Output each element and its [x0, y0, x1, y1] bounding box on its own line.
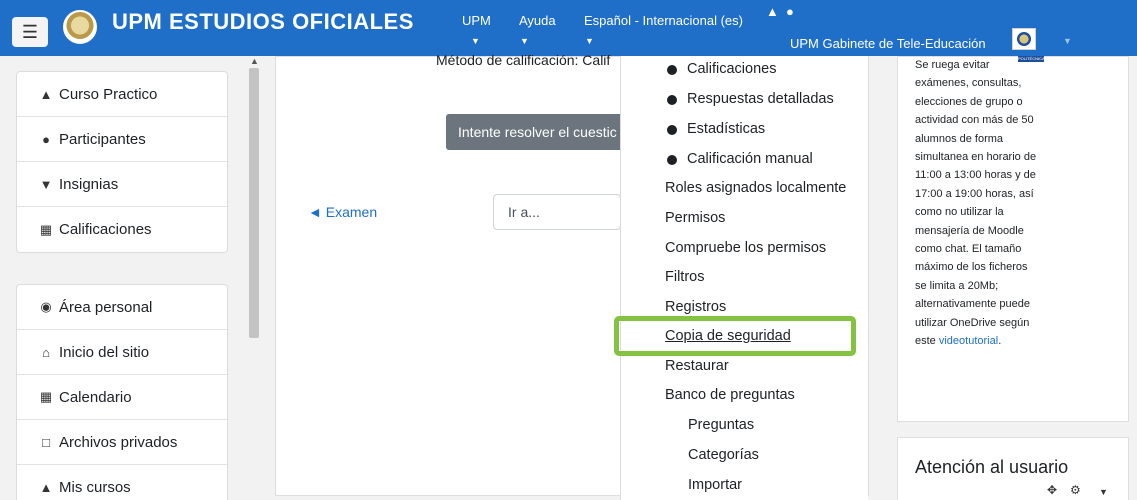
home-icon: ⌂ — [42, 344, 50, 360]
users-icon: ● — [42, 131, 50, 147]
calendar-icon: ▦ — [39, 389, 53, 404]
nav-item-label: Calendario — [59, 388, 132, 406]
notice-prefix: este — [915, 335, 939, 348]
notice-line: como chat. El tamaño — [915, 243, 1022, 256]
notice-line: 17:00 a 19:00 horas, así — [915, 187, 1034, 200]
attempt-quiz-button[interactable]: Intente resolver el cuestic — [446, 114, 622, 150]
menu-item-roles-asignados[interactable]: Roles asignados localmente — [665, 180, 846, 196]
upm-logo[interactable] — [63, 10, 97, 44]
menu-item-preguntas[interactable]: Preguntas — [688, 417, 754, 433]
menu-item-restaurar[interactable]: Restaurar — [665, 358, 729, 374]
upm-caret-icon: ▼ — [471, 36, 480, 46]
nav-item-area-personal[interactable]: ◉ Área personal — [17, 285, 227, 330]
nav-item-label: Archivos privados — [59, 433, 178, 451]
menu-item-respuestas-detalladas[interactable]: Respuestas detalladas — [687, 91, 834, 107]
nav-item-label: Participantes — [59, 130, 146, 148]
language-caret-icon: ▼ — [585, 36, 594, 46]
notice-line: se limita a 20Mb; — [915, 279, 999, 292]
nav-item-curso-practico[interactable]: ▲ Curso Practico — [17, 72, 227, 117]
nav-item-inicio-sitio[interactable]: ⌂ Inicio del sitio — [17, 330, 227, 375]
notice-line: alternativamente puede — [915, 298, 1030, 311]
menu-item-filtros[interactable]: Filtros — [665, 269, 704, 285]
nav-item-calendario[interactable]: ▦ Calendario — [17, 375, 227, 420]
bell-icon[interactable]: ▲ — [766, 4, 779, 19]
user-menu-caret-icon[interactable]: ▼ — [1063, 36, 1072, 46]
menu-item-calificacion-manual[interactable]: Calificación manual — [687, 151, 813, 167]
nav-item-label: Calificaciones — [59, 221, 152, 238]
shield-icon: ▼ — [39, 176, 53, 192]
previous-activity-link[interactable]: ◄ Examen — [308, 204, 377, 220]
notice-suffix: . — [998, 335, 1002, 348]
menu-icon: ☰ — [21, 21, 39, 42]
notice-line: 11:00 a 13:00 horas y de — [915, 169, 1036, 182]
nav-item-label: Área personal — [59, 298, 153, 316]
scroll-thumb[interactable] — [249, 68, 259, 338]
graduation-cap-icon: ▲ — [39, 86, 53, 102]
nav-item-label: Curso Practico — [59, 85, 158, 103]
graduation-cap-icon: ▲ — [39, 480, 53, 495]
videotutorial-link[interactable]: videotutorial — [939, 335, 998, 347]
bullet-icon — [667, 125, 677, 135]
notice-line: mensajería de Moodle — [915, 224, 1024, 237]
menu-item-compruebe-permisos[interactable]: Compruebe los permisos — [665, 240, 826, 256]
notice-line: Se ruega evitar — [915, 59, 990, 71]
menu-item-registros[interactable]: Registros — [665, 299, 726, 315]
user-name[interactable]: UPM Gabinete de Tele-Educación — [790, 36, 986, 51]
scroll-up-icon[interactable]: ▲ — [250, 56, 259, 66]
menu-item-importar[interactable]: Importar — [688, 477, 742, 493]
drawer-scrollbar[interactable]: ▲ — [247, 56, 261, 500]
table-icon: ▦ — [39, 221, 53, 237]
menu-toggle-button[interactable]: ☰ — [12, 17, 48, 47]
admin-dropdown-menu: Calificaciones Respuestas detalladas Est… — [620, 56, 868, 500]
top-navbar: ☰ UPM ESTUDIOS OFICIALES UPM ▼ Ayuda ▼ E… — [0, 0, 1137, 56]
notice-text: Se ruega evitar exámenes, consultas, ele… — [915, 56, 1125, 351]
upm-menu-link[interactable]: UPM — [462, 13, 491, 28]
notice-line: alumnos de forma — [915, 132, 1004, 145]
notice-line: este videotutorial. — [915, 332, 1125, 350]
nav-item-label: Inicio del sitio — [59, 343, 150, 361]
bullet-icon — [667, 65, 677, 75]
language-menu-link[interactable]: Español - Internacional (es) — [584, 13, 743, 28]
nav-item-label: Mis cursos — [59, 479, 131, 496]
notice-line: como no utilizar la — [915, 206, 1004, 219]
gear-icon[interactable]: ⚙ — [1070, 483, 1081, 497]
notice-line: actividad con más de 50 — [915, 114, 1034, 127]
bullet-icon — [667, 95, 677, 105]
nav-item-participantes[interactable]: ● Participantes — [17, 117, 227, 162]
nav-item-calificaciones[interactable]: ▦ Calificaciones — [17, 207, 227, 252]
avatar[interactable] — [1012, 28, 1036, 50]
notice-line: exámenes, consultas, — [915, 77, 1022, 90]
comment-icon[interactable]: ● — [786, 4, 794, 19]
menu-item-calificaciones[interactable]: Calificaciones — [687, 61, 776, 77]
chevron-down-icon[interactable]: ▼ — [1099, 487, 1108, 497]
jump-to-select[interactable]: Ir a... — [493, 194, 621, 230]
nav-drawer: ▲ Curso Practico ● Participantes ▼ Insig… — [0, 56, 262, 500]
help-menu-link[interactable]: Ayuda — [519, 13, 556, 28]
notice-line: elecciones de grupo o — [915, 95, 1023, 108]
support-title: Atención al usuario — [915, 457, 1069, 477]
notice-line: simultanea en horario de — [915, 151, 1037, 164]
menu-item-permisos[interactable]: Permisos — [665, 210, 725, 226]
grading-method-text: Método de calificación: Calif — [436, 52, 611, 68]
nav-item-label: Insignias — [59, 175, 119, 193]
notice-line: máximo de los ficheros — [915, 261, 1028, 274]
nav-item-mis-cursos[interactable]: ▲ Mis cursos — [17, 465, 227, 500]
help-caret-icon: ▼ — [520, 36, 529, 46]
site-nav-group: ◉ Área personal ⌂ Inicio del sitio ▦ Cal… — [16, 284, 228, 500]
site-title[interactable]: UPM ESTUDIOS OFICIALES — [112, 9, 414, 35]
menu-item-categorias[interactable]: Categorías — [688, 447, 759, 463]
bullet-icon — [667, 155, 677, 165]
move-icon[interactable]: ✥ — [1047, 483, 1057, 497]
menu-item-estadisticas[interactable]: Estadísticas — [687, 121, 765, 137]
nav-item-insignias[interactable]: ▼ Insignias — [17, 162, 227, 207]
file-icon: □ — [42, 434, 50, 450]
notice-line: utilizar OneDrive según — [915, 316, 1030, 329]
course-nav-group: ▲ Curso Practico ● Participantes ▼ Insig… — [16, 71, 228, 253]
menu-item-banco-preguntas[interactable]: Banco de preguntas — [665, 387, 795, 403]
backup-highlight-box — [614, 316, 856, 356]
nav-item-archivos-privados[interactable]: □ Archivos privados — [17, 420, 227, 465]
dashboard-icon: ◉ — [40, 299, 52, 314]
